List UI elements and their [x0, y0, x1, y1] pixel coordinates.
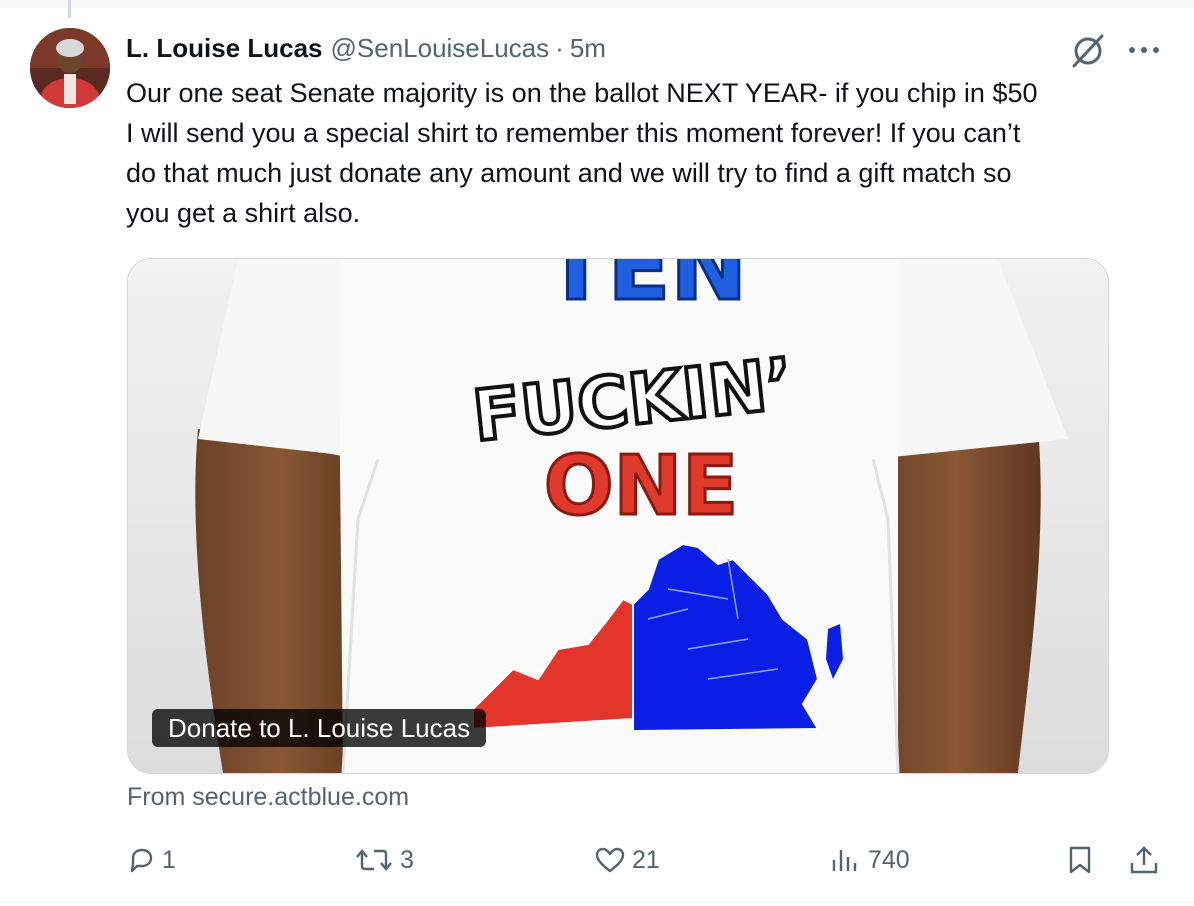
author-name[interactable]: L. Louise Lucas — [126, 33, 323, 64]
thread-line — [68, 0, 71, 18]
tweet-text: Our one seat Senate majority is on the b… — [126, 73, 1186, 233]
like-button[interactable]: 21 — [594, 836, 660, 884]
repost-count: 3 — [400, 845, 414, 874]
share-button[interactable] — [1128, 836, 1160, 884]
timestamp[interactable]: 5m — [570, 33, 606, 64]
views-button[interactable]: 740 — [830, 836, 910, 884]
avatar[interactable] — [30, 28, 110, 108]
card-source[interactable]: From secure.actblue.com — [127, 783, 409, 812]
top-separator — [0, 0, 1194, 8]
views-icon — [830, 846, 862, 874]
shirt-word-one: ONE — [544, 439, 738, 534]
card-image: TEN FUCKIN’ ONE — [128, 259, 1108, 773]
avatar-image — [30, 28, 110, 108]
action-bar: 1 3 21 740 — [0, 836, 1194, 884]
bookmark-icon — [1066, 845, 1094, 875]
reply-count: 1 — [162, 845, 176, 874]
share-icon — [1128, 845, 1160, 875]
bookmark-button[interactable] — [1066, 836, 1094, 884]
heart-icon — [594, 846, 626, 874]
bottom-divider — [0, 902, 1194, 903]
link-card[interactable]: TEN FUCKIN’ ONE Donate to L. Louise Luca… — [127, 258, 1109, 774]
reply-button[interactable]: 1 — [128, 836, 176, 884]
author-handle[interactable]: @SenLouiseLucas — [331, 33, 550, 64]
tweet-text-line: I will send you a special shirt to remem… — [126, 118, 1021, 148]
tweet-text-line: Our one seat Senate majority is on the b… — [126, 78, 1038, 108]
card-title-label[interactable]: Donate to L. Louise Lucas — [152, 709, 487, 747]
tweet-text-line: you get a shirt also. — [126, 198, 361, 228]
tweet-header: L. Louise Lucas @SenLouiseLucas · 5m — [126, 30, 606, 66]
tweet-text-line: do that much just donate any amount and … — [126, 158, 1012, 188]
more-icon[interactable] — [1124, 38, 1164, 62]
reply-icon — [128, 846, 156, 874]
views-count: 740 — [868, 845, 910, 874]
repost-icon — [354, 846, 394, 874]
header-separator: · — [555, 32, 564, 63]
grok-icon[interactable] — [1068, 30, 1108, 70]
like-count: 21 — [632, 845, 660, 874]
shirt-word-ten: TEN — [545, 259, 748, 321]
repost-button[interactable]: 3 — [354, 836, 414, 884]
